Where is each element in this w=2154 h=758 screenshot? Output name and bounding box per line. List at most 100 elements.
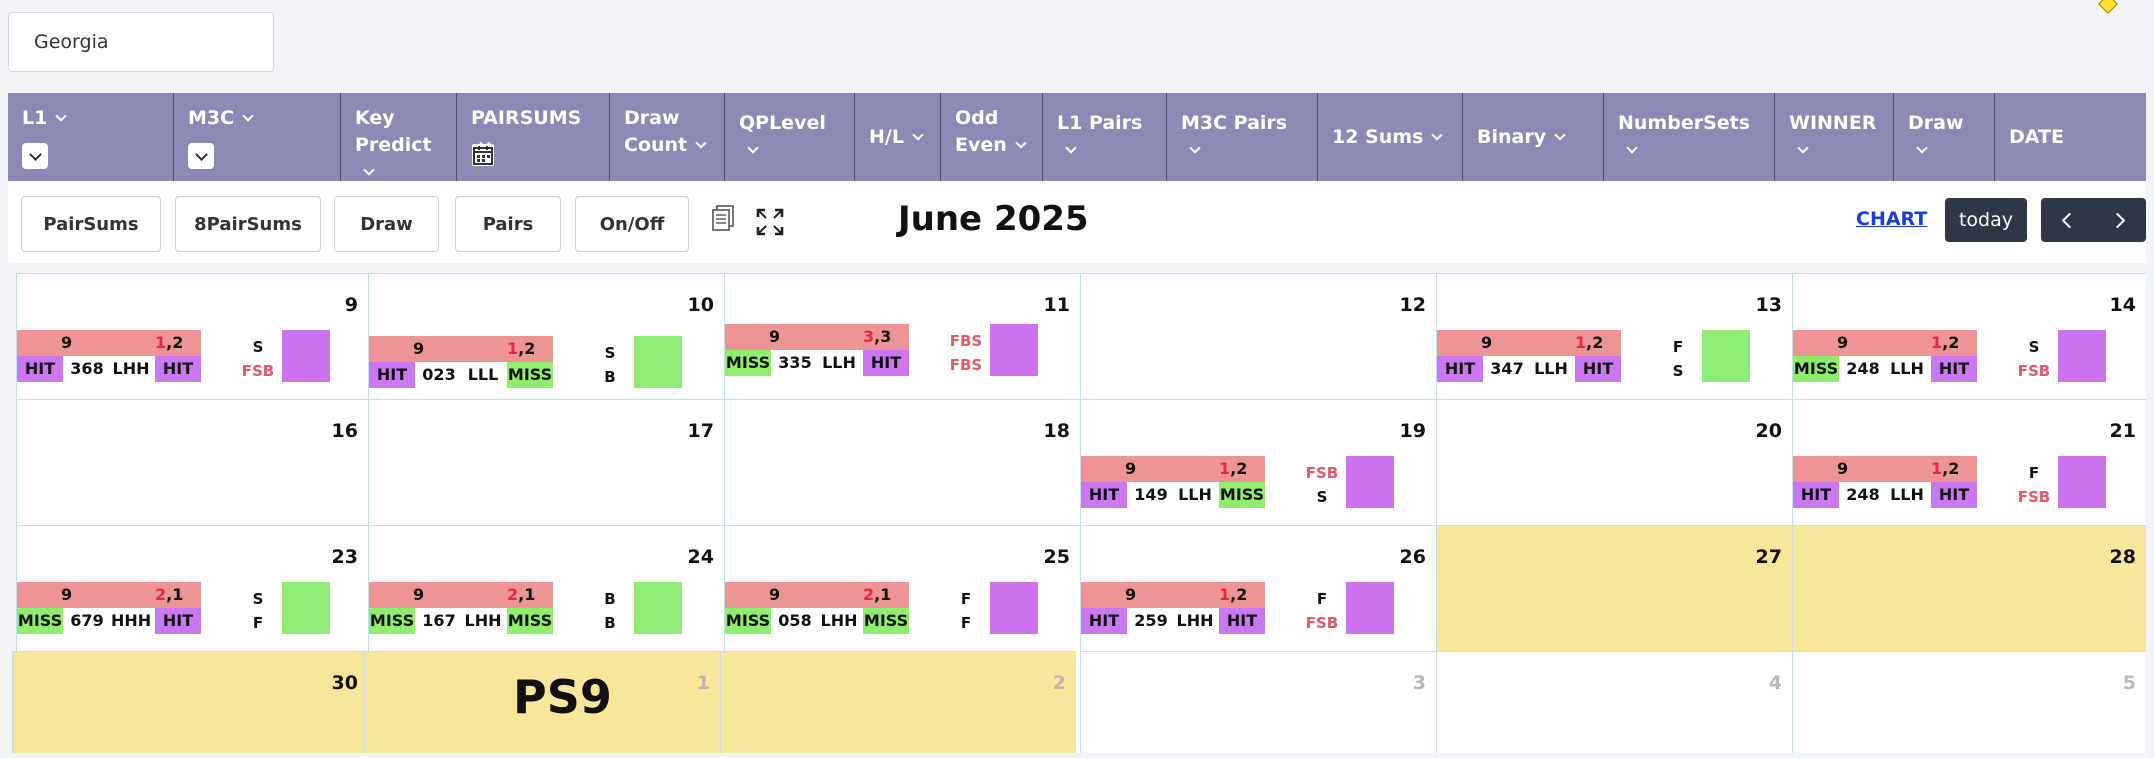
filter-dropdown-button[interactable]	[22, 143, 48, 169]
calendar-day-cell[interactable]: 17	[368, 399, 724, 525]
calendar-day-cell[interactable]: 11 9 3,3 MISS 335 LLH HIT FBS FBS	[724, 273, 1080, 399]
chevron-down-icon[interactable]	[1554, 128, 1566, 141]
today-button[interactable]: today	[1945, 198, 2027, 242]
chevron-down-icon[interactable]	[363, 164, 375, 176]
day-number[interactable]: 10	[688, 294, 714, 316]
column-header-2[interactable]: Key Predict	[341, 93, 457, 181]
calendar-day-cell[interactable]: 13 9 1,2 HIT 347 LLH HIT F S	[1436, 273, 1792, 399]
expand-icon[interactable]	[755, 207, 785, 237]
day-number[interactable]: 18	[1044, 420, 1070, 442]
day-number[interactable]: 14	[2110, 294, 2136, 316]
calendar-day-cell[interactable]: 1 PS9	[364, 651, 720, 753]
calendar-day-cell[interactable]: 24 9 2,1 MISS 167 LHH MISS B B	[368, 525, 724, 651]
calendar-day-cell[interactable]: 5	[1792, 651, 2146, 753]
column-header-5[interactable]: QPLevel	[725, 93, 855, 181]
state-select[interactable]: Georgia	[8, 12, 274, 72]
chevron-down-icon[interactable]	[242, 110, 254, 122]
calendar-day-cell[interactable]: 25 9 2,1 MISS 058 LHH MISS F F	[724, 525, 1080, 651]
column-header-4[interactable]: Draw Count	[610, 93, 725, 181]
day-number[interactable]: 9	[345, 294, 358, 316]
chevron-down-icon[interactable]	[695, 137, 707, 149]
calendar-day-cell[interactable]: 19 9 1,2 HIT 149 LLH MISS FSB S	[1080, 399, 1436, 525]
day-number[interactable]: 21	[2110, 420, 2136, 442]
calendar-day-cell[interactable]: 9 9 1,2 HIT 368 LHH HIT S FSB	[16, 273, 368, 399]
chevron-down-icon[interactable]	[747, 142, 759, 154]
day-number[interactable]: 24	[688, 546, 714, 568]
column-header-8[interactable]: L1 Pairs	[1043, 93, 1167, 181]
calendar-day-cell[interactable]: 26 9 1,2 HIT 259 LHH HIT F FSB	[1080, 525, 1436, 651]
chevron-down-icon[interactable]	[1189, 142, 1201, 154]
calendar-day-cell[interactable]: 27	[1436, 525, 1792, 651]
calendar-day-cell[interactable]: 28	[1792, 525, 2146, 651]
draw-event[interactable]: 9 1,2 HIT 023 LLL MISS	[369, 336, 553, 388]
column-header-11[interactable]: Binary	[1463, 93, 1604, 181]
column-header-7[interactable]: Odd Even	[941, 93, 1043, 181]
column-header-10[interactable]: 12 Sums	[1318, 93, 1463, 181]
toolbar-button-draw[interactable]: Draw	[334, 196, 439, 252]
calendar-day-cell[interactable]: 20	[1436, 399, 1792, 525]
day-number[interactable]: 13	[1756, 294, 1782, 316]
day-number[interactable]: 26	[1400, 546, 1426, 568]
calendar-day-cell[interactable]: 21 9 1,2 HIT 248 LLH HIT F FSB	[1792, 399, 2146, 525]
column-header-14[interactable]: Draw	[1894, 93, 1995, 181]
draw-event[interactable]: 9 1,2 HIT 149 LLH MISS	[1081, 456, 1265, 508]
day-number[interactable]: 27	[1756, 546, 1782, 568]
day-number[interactable]: 28	[2110, 546, 2136, 568]
chart-link[interactable]: CHART	[1856, 208, 1927, 230]
day-number[interactable]: 16	[332, 420, 358, 442]
day-number[interactable]: 25	[1044, 546, 1070, 568]
chevron-down-icon[interactable]	[1065, 142, 1077, 154]
calendar-day-cell[interactable]: 18	[724, 399, 1080, 525]
day-number[interactable]: 1	[697, 672, 710, 694]
draw-event[interactable]: 9 1,2 HIT 347 LLH HIT	[1437, 330, 1621, 382]
day-number[interactable]: 3	[1413, 672, 1426, 694]
toolbar-button-onoff[interactable]: On/Off	[575, 196, 689, 252]
day-number[interactable]: 5	[2123, 672, 2136, 694]
chevron-down-icon[interactable]	[55, 110, 67, 122]
column-header-13[interactable]: WINNER	[1775, 93, 1894, 181]
day-number[interactable]: 19	[1400, 420, 1426, 442]
chevron-down-icon[interactable]	[1015, 137, 1027, 149]
calendar-day-cell[interactable]: 4	[1436, 651, 1792, 753]
draw-event[interactable]: 9 2,1 MISS 679 HHH HIT	[17, 582, 201, 634]
day-number[interactable]: 2	[1053, 672, 1066, 694]
chevron-down-icon[interactable]	[912, 128, 924, 141]
column-header-12[interactable]: NumberSets	[1604, 93, 1775, 181]
day-number[interactable]: 4	[1769, 672, 1782, 694]
day-number[interactable]: 30	[332, 672, 358, 694]
toolbar-button-pairsums[interactable]: PairSums	[21, 196, 161, 252]
draw-event[interactable]: 9 2,1 MISS 167 LHH MISS	[369, 582, 553, 634]
filter-dropdown-button[interactable]	[188, 143, 214, 169]
toolbar-button-8pairsums[interactable]: 8PairSums	[175, 196, 321, 252]
column-header-1[interactable]: M3C	[174, 93, 341, 181]
day-number[interactable]: 20	[1756, 420, 1782, 442]
calendar-day-cell[interactable]: 14 9 1,2 MISS 248 LLH HIT S FSB	[1792, 273, 2146, 399]
draw-event[interactable]: 9 2,1 MISS 058 LHH MISS	[725, 582, 909, 634]
column-header-3[interactable]: PAIRSUMS	[457, 93, 610, 181]
day-number[interactable]: 12	[1400, 294, 1426, 316]
day-number[interactable]: 17	[688, 420, 714, 442]
calendar-day-cell[interactable]: 10 9 1,2 HIT 023 LLL MISS S B	[368, 273, 724, 399]
calendar-day-cell[interactable]: 30	[12, 651, 368, 753]
calendar-day-cell[interactable]: 23 9 2,1 MISS 679 HHH HIT S F	[16, 525, 368, 651]
calendar-day-cell[interactable]: 12	[1080, 273, 1436, 399]
draw-event[interactable]: 9 1,2 HIT 248 LLH HIT	[1793, 456, 1977, 508]
calendar-day-cell[interactable]: 2	[720, 651, 1076, 753]
calendar-icon[interactable]	[471, 143, 495, 167]
calendar-day-cell[interactable]: 3	[1080, 651, 1436, 753]
draw-event[interactable]: 9 1,2 MISS 248 LLH HIT	[1793, 330, 1977, 382]
column-header-9[interactable]: M3C Pairs	[1167, 93, 1318, 181]
prev-month-button[interactable]	[2041, 198, 2094, 242]
copy-icon[interactable]	[708, 203, 738, 233]
draw-event[interactable]: 9 1,2 HIT 259 LHH HIT	[1081, 582, 1265, 634]
toolbar-button-pairs[interactable]: Pairs	[455, 196, 561, 252]
next-month-button[interactable]	[2094, 198, 2147, 242]
chevron-down-icon[interactable]	[1626, 142, 1638, 154]
day-number[interactable]: 23	[332, 546, 358, 568]
chevron-down-icon[interactable]	[1797, 142, 1809, 154]
chevron-down-icon[interactable]	[1431, 128, 1444, 141]
column-header-15[interactable]: DATE	[1995, 93, 2146, 181]
column-header-0[interactable]: L1	[8, 93, 174, 181]
resize-handle-icon[interactable]	[2098, 0, 2118, 14]
column-header-6[interactable]: H/L	[855, 93, 941, 181]
